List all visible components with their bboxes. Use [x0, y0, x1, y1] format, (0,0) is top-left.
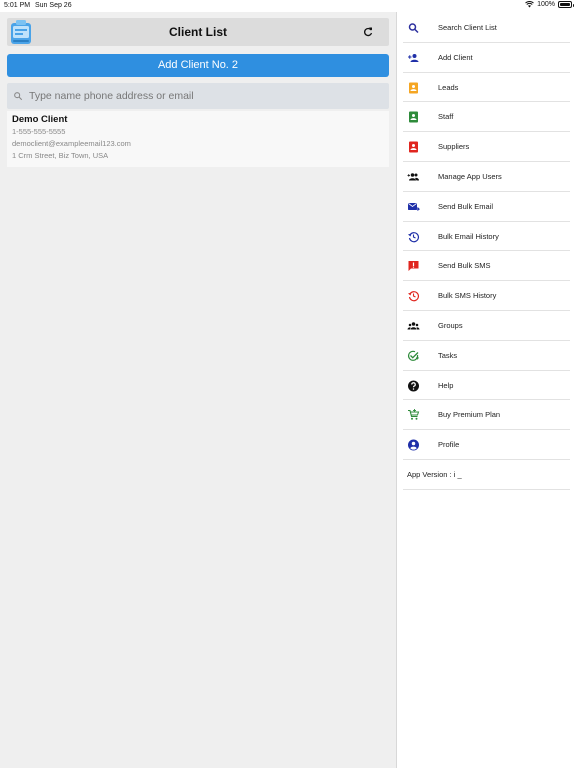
- wifi-icon: [525, 1, 534, 8]
- search-input[interactable]: [29, 87, 379, 105]
- menu-item-bulk-email-history[interactable]: Bulk Email History: [403, 222, 570, 252]
- history-icon: [408, 291, 420, 302]
- battery-percent: 100%: [537, 1, 555, 8]
- menu-item-label: Send Bulk SMS: [438, 261, 491, 271]
- task-check-icon: [408, 350, 419, 361]
- history-icon: [408, 231, 420, 242]
- status-bar: 5:01 PM Sun Sep 26 100%: [0, 0, 576, 12]
- menu-item-label: Manage App Users: [438, 172, 502, 181]
- menu-item-label: Groups: [438, 321, 463, 330]
- menu-item-label: Send Bulk Email: [438, 201, 494, 211]
- help-icon: [408, 380, 419, 392]
- header-bar: Client List: [7, 18, 389, 46]
- app-version: App Version : i _: [403, 460, 570, 490]
- mail-send-icon: [408, 202, 420, 211]
- menu-item-label: Help: [438, 380, 454, 390]
- refresh-icon[interactable]: [362, 26, 374, 38]
- menu-item-tasks[interactable]: Tasks: [403, 341, 570, 371]
- menu-item-label: Add Client: [438, 52, 473, 62]
- menu-item-send-bulk-email[interactable]: Send Bulk Email: [403, 192, 570, 222]
- search-icon: [14, 92, 23, 101]
- group-add-icon: [407, 173, 419, 181]
- page-title: Client List: [168, 25, 227, 39]
- menu-item-search-client-list[interactable]: Search Client List: [403, 13, 570, 43]
- menu-item-label: Staff: [438, 112, 454, 122]
- menu-item-label: Bulk Email History: [438, 231, 499, 241]
- menu-item-bulk-sms-history[interactable]: Bulk SMS History: [403, 281, 570, 311]
- menu-item-staff[interactable]: Staff: [403, 102, 570, 133]
- menu-item-label: Buy Premium Plan: [438, 410, 501, 420]
- status-time: 5:01 PM: [4, 2, 31, 9]
- menu-item-groups[interactable]: Groups: [403, 311, 570, 341]
- cart-icon: [408, 409, 420, 421]
- menu-item-help[interactable]: Help: [403, 371, 570, 401]
- side-menu: Search Client List Add Client Leads Staf…: [397, 12, 576, 768]
- menu-item-label: Search Client List: [438, 23, 497, 32]
- menu-item-leads[interactable]: Leads: [403, 73, 570, 103]
- status-right: 100%: [525, 1, 574, 8]
- menu-item-profile[interactable]: Profile: [403, 430, 570, 460]
- menu-item-label: Tasks: [438, 350, 458, 360]
- add-client-button[interactable]: Add Client No. 2: [7, 54, 389, 77]
- menu-item-add-client[interactable]: Add Client: [403, 43, 570, 73]
- contact-card-icon: [409, 111, 418, 123]
- menu-item-suppliers[interactable]: Suppliers: [403, 132, 570, 162]
- client-email: democlient@exampleemail123.com: [12, 139, 131, 148]
- add-person-icon: [408, 53, 419, 62]
- client-name: Demo Client: [12, 114, 68, 125]
- main-pane: Client List Add Client No. 2 Demo Client…: [0, 12, 396, 768]
- client-phone: 1-555-555-5555: [12, 127, 66, 136]
- status-date: Sun Sep 26: [35, 2, 72, 9]
- menu-item-label: Bulk SMS History: [438, 291, 497, 301]
- groups-icon: [407, 322, 420, 330]
- battery-icon: [558, 1, 574, 8]
- contact-card-icon: [409, 82, 418, 94]
- profile-icon: [408, 439, 419, 451]
- contact-card-icon: [409, 141, 418, 153]
- menu-item-send-bulk-sms[interactable]: Send Bulk SMS: [403, 251, 570, 282]
- menu-item-label: Suppliers: [438, 142, 470, 152]
- client-address: 1 Crm Street, Biz Town, USA: [12, 151, 109, 160]
- search-icon: [408, 23, 419, 34]
- menu-item-label: Profile: [438, 440, 460, 450]
- app-version-label: App Version : i _: [407, 470, 462, 479]
- sms-alert-icon: [408, 261, 419, 272]
- search-bar: [7, 83, 389, 109]
- menu-item-manage-app-users[interactable]: Manage App Users: [403, 162, 570, 192]
- client-list-item[interactable]: Demo Client 1-555-555-5555 democlient@ex…: [7, 111, 389, 167]
- menu-item-label: Leads: [438, 82, 459, 92]
- menu-item-buy-premium-plan[interactable]: Buy Premium Plan: [403, 400, 570, 431]
